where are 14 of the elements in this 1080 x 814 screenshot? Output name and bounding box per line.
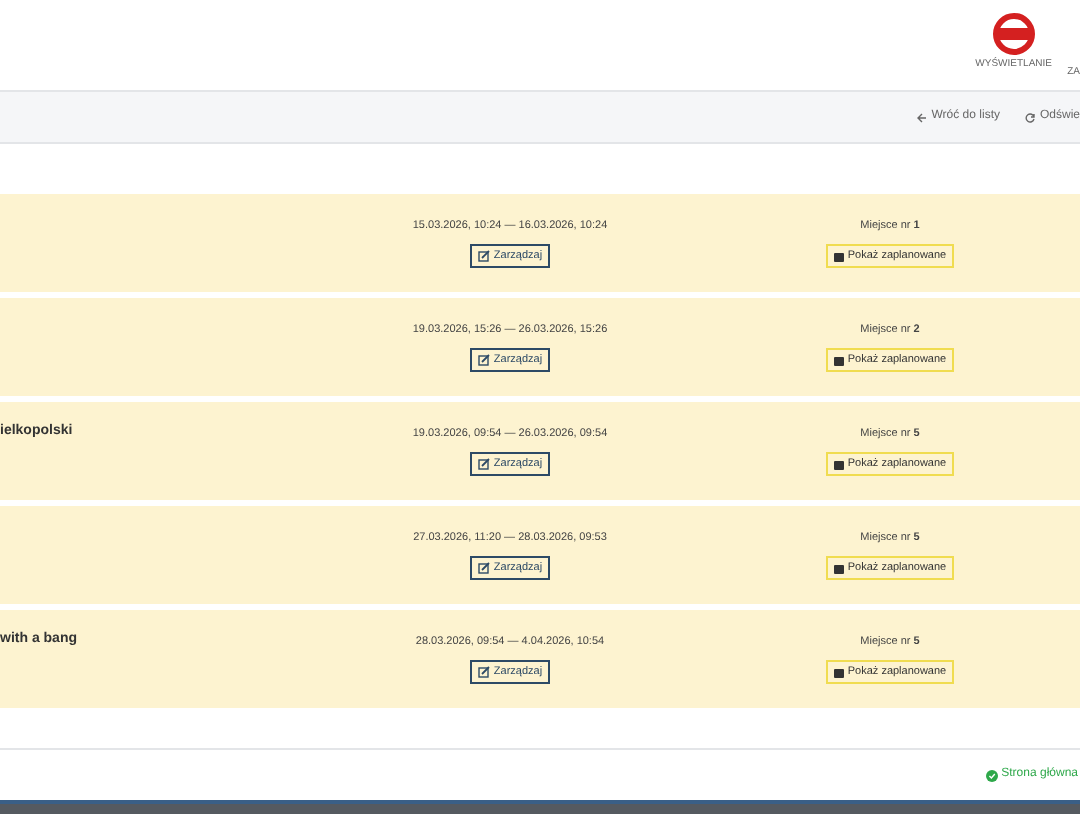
logo-drawing [987, 12, 1040, 56]
check-circle-icon [985, 769, 998, 781]
edit-icon [477, 666, 490, 679]
edit-icon [477, 458, 490, 471]
calendar-icon [833, 563, 844, 574]
arrow-left-icon [915, 111, 928, 123]
calendar-icon [833, 459, 844, 470]
edit-icon [477, 562, 490, 575]
calendar-icon [833, 251, 844, 262]
calendar-icon [833, 355, 844, 366]
edit-icon [477, 250, 490, 263]
edit-icon [477, 354, 490, 367]
calendar-icon [833, 667, 844, 678]
refresh-icon [1023, 111, 1036, 123]
